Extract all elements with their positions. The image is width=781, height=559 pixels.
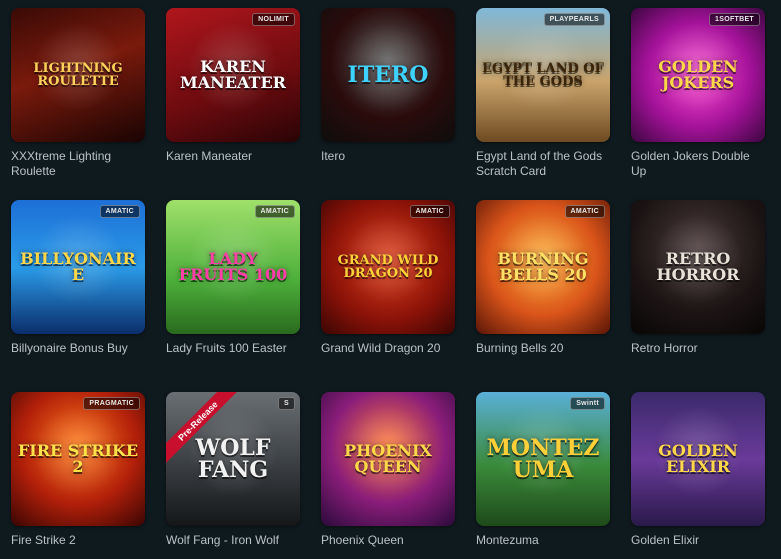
game-title[interactable]: Montezuma (476, 533, 610, 548)
game-logo: BURNING BELLS 20 (497, 249, 589, 284)
game-art: ITERO (321, 8, 455, 142)
game-logo: EGYPT LAND OF THE GODS (482, 61, 604, 89)
game-art: LIGHTNING ROULETTE (11, 8, 145, 142)
provider-badge: PRAGMATIC (83, 397, 140, 410)
game-logo: LADY FRUITS 100 (178, 249, 288, 284)
game-logo: FIRE STRIKE 2 (17, 441, 139, 476)
game-title[interactable]: Karen Maneater (166, 149, 300, 164)
game-thumbnail[interactable]: PHOENIX QUEEN (321, 392, 455, 526)
game-logo: PHOENIX QUEEN (344, 441, 432, 476)
game-logo: GOLDEN ELIXIR (658, 441, 738, 476)
game-title[interactable]: Lady Fruits 100 Easter (166, 341, 300, 356)
game-card[interactable]: BURNING BELLS 20 AMATIC Burning Bells 20 (476, 200, 610, 356)
game-logo: LIGHTNING ROULETTE (33, 61, 123, 89)
provider-badge: PLAYPEARLS (543, 13, 605, 26)
provider-badge: Swintt (570, 397, 605, 410)
game-card[interactable]: GRAND WILD DRAGON 20 AMATIC Grand Wild Dra… (321, 200, 455, 356)
game-logo: BILLYONAIRE (20, 249, 136, 284)
game-title[interactable]: Golden Elixir (631, 533, 765, 548)
game-thumbnail[interactable]: GRAND WILD DRAGON 20 AMATIC (321, 200, 455, 334)
provider-badge: AMATIC (254, 205, 295, 218)
game-thumbnail[interactable]: GOLDEN ELIXIR (631, 392, 765, 526)
game-art: FIRE STRIKE 2 (11, 392, 145, 526)
game-card[interactable]: RETRO HORROR Retro Horror (631, 200, 765, 356)
game-art: GRAND WILD DRAGON 20 (321, 200, 455, 334)
game-card[interactable]: MONTEZUMA Swintt Montezuma (476, 392, 610, 548)
game-logo: ITERO (347, 62, 429, 88)
game-card[interactable]: WOLF FANG S Pre-Release Wolf Fang - Iron Wo… (166, 392, 300, 548)
provider-badge: S (278, 397, 295, 410)
game-thumbnail[interactable]: KAREN MANEATER NOLIMIT (166, 8, 300, 142)
game-logo: KAREN MANEATER (180, 57, 286, 92)
game-art: MONTEZUMA (476, 392, 610, 526)
game-card[interactable]: FIRE STRIKE 2 PRAGMATIC Fire Strike 2 (11, 392, 145, 548)
game-title[interactable]: Burning Bells 20 (476, 341, 610, 356)
game-art: GOLDEN ELIXIR (631, 392, 765, 526)
game-thumbnail[interactable]: BURNING BELLS 20 AMATIC (476, 200, 610, 334)
game-card[interactable]: LIGHTNING ROULETTE XXXtreme Lighting Roul… (11, 8, 145, 179)
games-grid: LIGHTNING ROULETTE XXXtreme Lighting Roul… (0, 0, 781, 559)
game-card[interactable]: BILLYONAIRE AMATIC Billyonaire Bonus Buy (11, 200, 145, 356)
game-art: EGYPT LAND OF THE GODS (476, 8, 610, 142)
game-title[interactable]: XXXtreme Lighting Roulette (11, 149, 145, 179)
provider-badge: NOLIMIT (252, 13, 295, 26)
game-title[interactable]: Egypt Land of the Gods Scratch Card (476, 149, 610, 179)
game-art: KAREN MANEATER (166, 8, 300, 142)
provider-badge: AMATIC (409, 205, 450, 218)
game-thumbnail[interactable]: WOLF FANG S Pre-Release (166, 392, 300, 526)
game-title[interactable]: Grand Wild Dragon 20 (321, 341, 455, 356)
game-title[interactable]: Itero (321, 149, 455, 164)
game-thumbnail[interactable]: MONTEZUMA Swintt (476, 392, 610, 526)
game-art: LADY FRUITS 100 (166, 200, 300, 334)
game-art: BURNING BELLS 20 (476, 200, 610, 334)
game-logo: RETRO HORROR (656, 249, 740, 284)
game-card[interactable]: GOLDEN JOKERS 1SOFTBET Golden Jokers Doubl… (631, 8, 765, 179)
game-logo: WOLF FANG (195, 435, 271, 483)
game-art: GOLDEN JOKERS (631, 8, 765, 142)
provider-badge: 1SOFTBET (709, 13, 760, 26)
game-title[interactable]: Golden Jokers Double Up (631, 149, 765, 179)
game-art: WOLF FANG (166, 392, 300, 526)
game-logo: MONTEZUMA (486, 435, 600, 483)
game-title[interactable]: Billyonaire Bonus Buy (11, 341, 145, 356)
game-thumbnail[interactable]: BILLYONAIRE AMATIC (11, 200, 145, 334)
game-thumbnail[interactable]: LIGHTNING ROULETTE (11, 8, 145, 142)
game-thumbnail[interactable]: LADY FRUITS 100 AMATIC (166, 200, 300, 334)
game-logo: GOLDEN JOKERS (658, 57, 738, 92)
game-art: BILLYONAIRE (11, 200, 145, 334)
game-title[interactable]: Retro Horror (631, 341, 765, 356)
game-card[interactable]: GOLDEN ELIXIR Golden Elixir (631, 392, 765, 548)
game-thumbnail[interactable]: ITERO (321, 8, 455, 142)
game-title[interactable]: Fire Strike 2 (11, 533, 145, 548)
game-title[interactable]: Wolf Fang - Iron Wolf (166, 533, 300, 548)
game-title[interactable]: Phoenix Queen (321, 533, 455, 548)
game-thumbnail[interactable]: EGYPT LAND OF THE GODS PLAYPEARLS (476, 8, 610, 142)
game-logo: GRAND WILD DRAGON 20 (337, 253, 439, 281)
game-card[interactable]: PHOENIX QUEEN Phoenix Queen (321, 392, 455, 548)
provider-badge: AMATIC (99, 205, 140, 218)
game-card[interactable]: EGYPT LAND OF THE GODS PLAYPEARLS Egypt La… (476, 8, 610, 179)
game-card[interactable]: ITERO Itero (321, 8, 455, 164)
game-thumbnail[interactable]: FIRE STRIKE 2 PRAGMATIC (11, 392, 145, 526)
game-thumbnail[interactable]: GOLDEN JOKERS 1SOFTBET (631, 8, 765, 142)
game-card[interactable]: LADY FRUITS 100 AMATIC Lady Fruits 100 Eas… (166, 200, 300, 356)
game-art: RETRO HORROR (631, 200, 765, 334)
game-art: PHOENIX QUEEN (321, 392, 455, 526)
game-card[interactable]: KAREN MANEATER NOLIMIT Karen Maneater (166, 8, 300, 164)
game-thumbnail[interactable]: RETRO HORROR (631, 200, 765, 334)
provider-badge: AMATIC (564, 205, 605, 218)
